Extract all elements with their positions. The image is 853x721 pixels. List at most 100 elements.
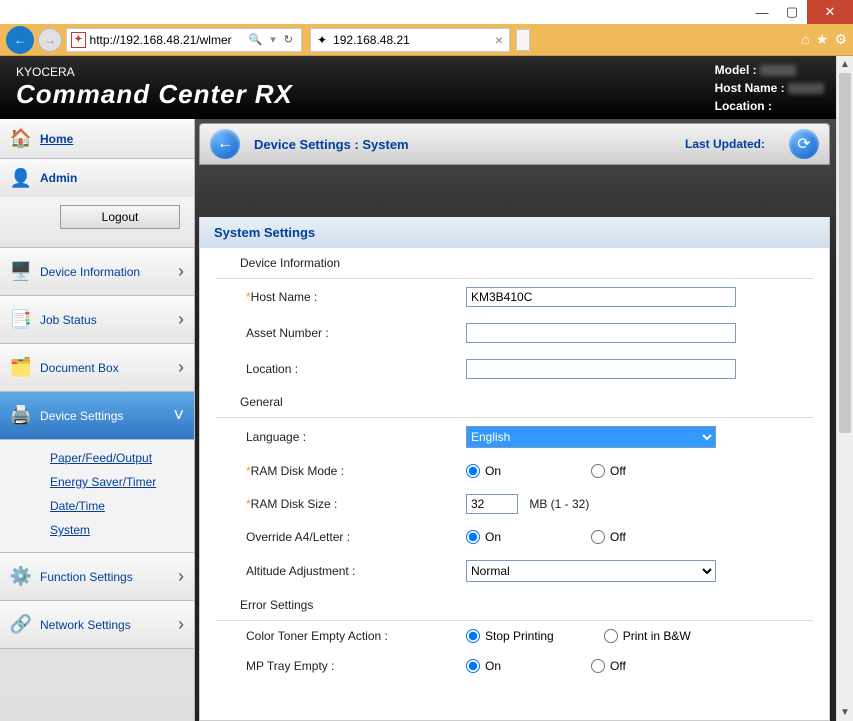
arrow-left-icon: ← xyxy=(217,135,233,153)
hostname-input[interactable] xyxy=(466,287,736,307)
close-button[interactable]: ✕ xyxy=(807,0,853,24)
scroll-thumb[interactable] xyxy=(839,73,851,433)
ramsize-hint: MB (1 - 32) xyxy=(529,497,589,511)
nav-forward-button[interactable]: → xyxy=(38,28,62,52)
document-box-icon: 🗂️ xyxy=(10,357,32,379)
mptray-on[interactable]: On xyxy=(466,659,501,673)
scroll-down-icon[interactable]: ▼ xyxy=(837,704,853,721)
scroll-up-icon[interactable]: ▲ xyxy=(837,56,853,73)
new-tab-button[interactable] xyxy=(516,29,530,51)
chevron-right-icon: › xyxy=(178,614,184,635)
ramsize-label: RAM Disk Size : xyxy=(251,497,338,511)
sidebar-device-settings[interactable]: 🖨️ Device Settings ˅ xyxy=(0,392,194,440)
toner-stop-radio[interactable] xyxy=(466,629,480,643)
network-settings-icon: 🔗 xyxy=(10,614,32,636)
rammode-on[interactable]: On xyxy=(466,464,501,478)
model-value xyxy=(760,65,796,76)
sidebar-device-information[interactable]: 🖥️ Device Information › xyxy=(0,248,194,296)
override-off-radio[interactable] xyxy=(591,530,605,544)
app-banner: KYOCERA Command Center RX Model : Host N… xyxy=(0,56,836,119)
group-device-information: Device Information xyxy=(216,248,813,279)
sidebar-item-label: Device Settings xyxy=(40,409,165,423)
toner-bw[interactable]: Print in B&W xyxy=(604,629,691,643)
settings-form: System Settings Device Information *Host… xyxy=(199,217,830,721)
url-input[interactable] xyxy=(90,33,245,47)
tab-title: 192.168.48.21 xyxy=(333,33,410,47)
override-on[interactable]: On xyxy=(466,530,501,544)
toner-stop[interactable]: Stop Printing xyxy=(466,629,554,643)
sidebar-job-status[interactable]: 📑 Job Status › xyxy=(0,296,194,344)
mptray-off-radio[interactable] xyxy=(591,659,605,673)
chevron-right-icon: › xyxy=(178,261,184,282)
ramsize-input[interactable] xyxy=(466,494,518,514)
toner-bw-radio[interactable] xyxy=(604,629,618,643)
device-settings-icon: 🖨️ xyxy=(10,405,32,427)
mptray-off[interactable]: Off xyxy=(591,659,626,673)
altitude-label: Altitude Adjustment : xyxy=(246,564,355,578)
brand-kyocera: KYOCERA xyxy=(16,65,293,79)
sidebar-sub-energy[interactable]: Energy Saver/Timer xyxy=(50,470,194,494)
sidebar-item-label: Network Settings xyxy=(40,618,170,632)
address-bar[interactable]: ✦ 🔍 ▾ ↻ xyxy=(66,28,302,52)
maximize-button[interactable]: ▢ xyxy=(777,0,807,24)
sidebar-function-settings[interactable]: ⚙️ Function Settings › xyxy=(0,553,194,601)
mptray-on-radio[interactable] xyxy=(466,659,480,673)
override-off[interactable]: Off xyxy=(591,530,626,544)
user-icon: 👤 xyxy=(10,167,32,189)
favorites-icon[interactable]: ★ xyxy=(816,31,829,48)
sidebar-item-label: Device Information xyxy=(40,265,170,279)
tab-close-icon[interactable]: × xyxy=(495,32,503,48)
override-label: Override A4/Letter : xyxy=(246,530,350,544)
home-icon: 🏠 xyxy=(10,128,32,150)
browser-tab[interactable]: ✦ 192.168.48.21 × xyxy=(310,28,510,52)
sidebar-network-settings[interactable]: 🔗 Network Settings › xyxy=(0,601,194,649)
nav-back-button[interactable]: ← xyxy=(6,26,34,54)
group-error-settings: Error Settings xyxy=(216,590,813,621)
hostname-value xyxy=(788,83,824,94)
home-icon[interactable]: ⌂ xyxy=(801,31,809,48)
sidebar-sub-datetime[interactable]: Date/Time xyxy=(50,494,194,518)
chevron-down-icon: ˅ xyxy=(173,405,184,426)
sidebar-sub-system[interactable]: System xyxy=(50,518,194,542)
asset-input[interactable] xyxy=(466,323,736,343)
minimize-button[interactable]: — xyxy=(747,0,777,24)
chevron-right-icon: › xyxy=(178,357,184,378)
sidebar-admin: 👤 Admin xyxy=(0,159,194,197)
location-field-label: Location : xyxy=(246,362,298,376)
scroll-track[interactable] xyxy=(837,73,853,704)
arrow-right-icon: → xyxy=(44,33,56,47)
window-titlebar: — ▢ ✕ xyxy=(0,0,853,24)
arrow-left-icon: ← xyxy=(14,33,26,47)
rammode-off-radio[interactable] xyxy=(591,464,605,478)
mptray-label: MP Tray Empty : xyxy=(246,659,334,673)
toolbar-back-button[interactable]: ← xyxy=(210,129,240,159)
search-icon[interactable]: 🔍 xyxy=(245,33,267,46)
group-general: General xyxy=(216,387,813,418)
refresh-icon[interactable]: ↻ xyxy=(280,33,297,46)
sidebar-item-label: Job Status xyxy=(40,313,170,327)
override-on-radio[interactable] xyxy=(466,530,480,544)
logout-button[interactable]: Logout xyxy=(60,205,180,229)
last-updated-label: Last Updated: xyxy=(685,137,765,151)
sidebar-sub-paper[interactable]: Paper/Feed/Output xyxy=(50,446,194,470)
hostname-label: Host Name : xyxy=(715,81,785,95)
device-info-icon: 🖥️ xyxy=(10,261,32,283)
rammode-off[interactable]: Off xyxy=(591,464,626,478)
location-input[interactable] xyxy=(466,359,736,379)
site-favicon: ✦ xyxy=(71,32,86,48)
brand-title: Command Center xyxy=(16,79,247,110)
vertical-scrollbar[interactable]: ▲ ▼ xyxy=(836,56,853,721)
refresh-icon: ⟳ xyxy=(797,134,810,154)
section-header: System Settings xyxy=(200,217,829,248)
sidebar-home[interactable]: 🏠 Home xyxy=(0,119,194,159)
altitude-select[interactable]: Normal xyxy=(466,560,716,582)
rammode-on-radio[interactable] xyxy=(466,464,480,478)
sidebar-document-box[interactable]: 🗂️ Document Box › xyxy=(0,344,194,392)
sidebar-home-label: Home xyxy=(40,132,184,146)
sidebar-admin-label: Admin xyxy=(40,171,184,185)
tab-favicon: ✦ xyxy=(317,33,327,47)
toolbar-refresh-button[interactable]: ⟳ xyxy=(789,129,819,159)
sidebar-submenu: Paper/Feed/Output Energy Saver/Timer Dat… xyxy=(0,440,194,553)
language-select[interactable]: English xyxy=(466,426,716,448)
settings-gear-icon[interactable]: ⚙ xyxy=(834,31,847,48)
